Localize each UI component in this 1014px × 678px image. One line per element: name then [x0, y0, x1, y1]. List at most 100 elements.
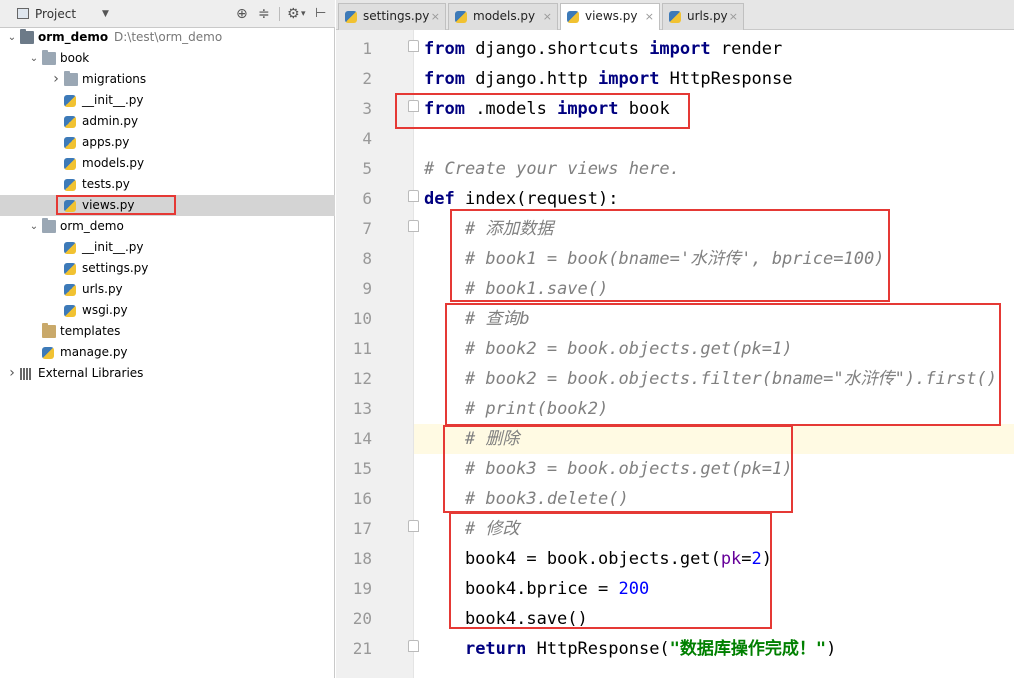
python-file-icon: [64, 158, 76, 170]
tree-item[interactable]: wsgi.py: [0, 300, 335, 321]
annotation-box-create: [450, 209, 890, 302]
python-file-icon: [455, 11, 467, 23]
tree-item[interactable]: admin.py: [0, 111, 335, 132]
line-number: 21: [352, 639, 372, 658]
settings-gear-icon[interactable]: ⚙: [287, 0, 300, 28]
chevron-right-icon[interactable]: ›: [50, 69, 62, 90]
python-file-icon: [64, 263, 76, 275]
tree-item-label: templates: [60, 324, 121, 338]
tree-item[interactable]: ⌄ orm_demo D:\test\orm_demo: [0, 27, 335, 48]
line-number: 19: [352, 579, 372, 598]
folder-icon: [42, 218, 56, 233]
python-file-icon: [567, 11, 579, 23]
chevron-down-icon[interactable]: ⌄: [6, 27, 18, 48]
tree-item[interactable]: models.py: [0, 153, 335, 174]
tree-item[interactable]: __init__.py: [0, 90, 335, 111]
tree-item[interactable]: apps.py: [0, 132, 335, 153]
code-token: django.http: [464, 69, 599, 89]
tree-item-label: admin.py: [82, 114, 139, 128]
annotation-box-delete: [443, 425, 793, 513]
collapse-all-icon[interactable]: ≑: [258, 0, 270, 28]
project-view-icon: [17, 8, 29, 19]
tree-item[interactable]: urls.py: [0, 279, 335, 300]
tree-item-label: urls.py: [82, 282, 123, 296]
folder-icon: [42, 50, 56, 65]
annotation-box-import: [395, 93, 690, 129]
gear-dropdown-icon[interactable]: ▾: [301, 0, 306, 28]
tree-item-label: book: [60, 51, 90, 65]
tree-item-label: orm_demo: [60, 219, 124, 233]
tree-item-label: migrations: [82, 72, 147, 86]
view-dropdown-icon[interactable]: ▼: [102, 0, 109, 28]
tab-label: urls.py: [687, 9, 728, 23]
code-token: def: [424, 189, 455, 209]
fold-marker-icon[interactable]: [408, 190, 419, 202]
line-number: 20: [352, 609, 372, 628]
fold-marker-icon[interactable]: [408, 40, 419, 52]
editor-tab[interactable]: views.py ×: [560, 3, 660, 31]
code-token: import: [598, 69, 660, 89]
close-tab-icon[interactable]: ×: [431, 4, 440, 29]
scroll-from-source-icon[interactable]: ⊕: [236, 0, 248, 28]
code-token: # Create your views here.: [424, 159, 680, 179]
tree-item[interactable]: templates: [0, 321, 335, 342]
line-number: 16: [352, 489, 372, 508]
tree-item[interactable]: ⌄ orm_demo: [0, 216, 335, 237]
code-token: ): [826, 639, 837, 659]
line-number: 18: [352, 549, 372, 568]
fold-marker-icon[interactable]: [408, 520, 419, 532]
tree-item-label: models.py: [82, 156, 145, 170]
editor-tab[interactable]: urls.py ×: [662, 3, 744, 30]
line-number: 3: [362, 99, 372, 118]
tree-item-label: __init__.py: [82, 93, 144, 107]
tab-label: views.py: [585, 9, 638, 23]
tree-item-label: apps.py: [82, 135, 130, 149]
hide-panel-icon[interactable]: ⊢: [315, 0, 326, 28]
python-file-icon: [669, 11, 681, 23]
tree-item[interactable]: › migrations: [0, 69, 335, 90]
fold-marker-icon[interactable]: [408, 640, 419, 652]
python-file-icon: [64, 179, 76, 191]
tree-item[interactable]: __init__.py: [0, 237, 335, 258]
code-editor[interactable]: 1 2 3 4 5 6 7 8 9 10 11 12 13 14 15 16 17 18 19 20 21 from d…: [336, 30, 1014, 678]
python-file-icon: [345, 11, 357, 23]
line-number: 8: [362, 249, 372, 268]
code-line: from django.shortcuts import render: [424, 34, 782, 64]
tree-item[interactable]: tests.py: [0, 174, 335, 195]
code-token: index(request):: [454, 189, 619, 209]
code-line: return HttpResponse("数据库操作完成！"): [424, 634, 836, 664]
close-tab-icon[interactable]: ×: [645, 4, 654, 29]
fold-marker-icon[interactable]: [408, 220, 419, 232]
line-number: 5: [362, 159, 372, 178]
tree-item-label: tests.py: [82, 177, 130, 191]
project-path: D:\test\orm_demo: [114, 30, 223, 44]
python-file-icon: [64, 305, 76, 317]
code-token: "数据库操作完成！": [669, 639, 827, 659]
line-number: 14: [352, 429, 372, 448]
chevron-down-icon[interactable]: ⌄: [28, 48, 40, 69]
chevron-right-icon[interactable]: ›: [6, 363, 18, 384]
tree-item[interactable]: settings.py: [0, 258, 335, 279]
line-number: 4: [362, 129, 372, 148]
code-token: HttpResponse: [659, 69, 793, 89]
line-number: 10: [352, 309, 372, 328]
code-token: return: [464, 639, 527, 659]
editor-tab[interactable]: models.py ×: [448, 3, 558, 30]
code-token: render: [710, 39, 783, 59]
project-panel: Project ▼ ⊕ ≑ ⚙ ▾ ⊢ ⌄ orm_demo D:\test\orm…: [0, 0, 335, 678]
folder-icon: [64, 71, 78, 86]
line-number: 7: [362, 219, 372, 238]
annotation-box-views-file: [56, 195, 176, 215]
project-view-title[interactable]: Project: [35, 0, 76, 28]
editor-tab[interactable]: settings.py ×: [338, 3, 446, 30]
chevron-down-icon[interactable]: ⌄: [28, 216, 40, 237]
close-tab-icon[interactable]: ×: [729, 4, 738, 29]
line-number: 15: [352, 459, 372, 478]
tree-item[interactable]: › External Libraries: [0, 363, 335, 384]
annotation-box-update: [449, 512, 772, 629]
tree-item[interactable]: manage.py: [0, 342, 335, 363]
tree-item[interactable]: ⌄ book: [0, 48, 335, 69]
close-tab-icon[interactable]: ×: [543, 4, 552, 29]
code-line: # Create your views here.: [424, 154, 680, 184]
libraries-icon: [20, 368, 32, 380]
